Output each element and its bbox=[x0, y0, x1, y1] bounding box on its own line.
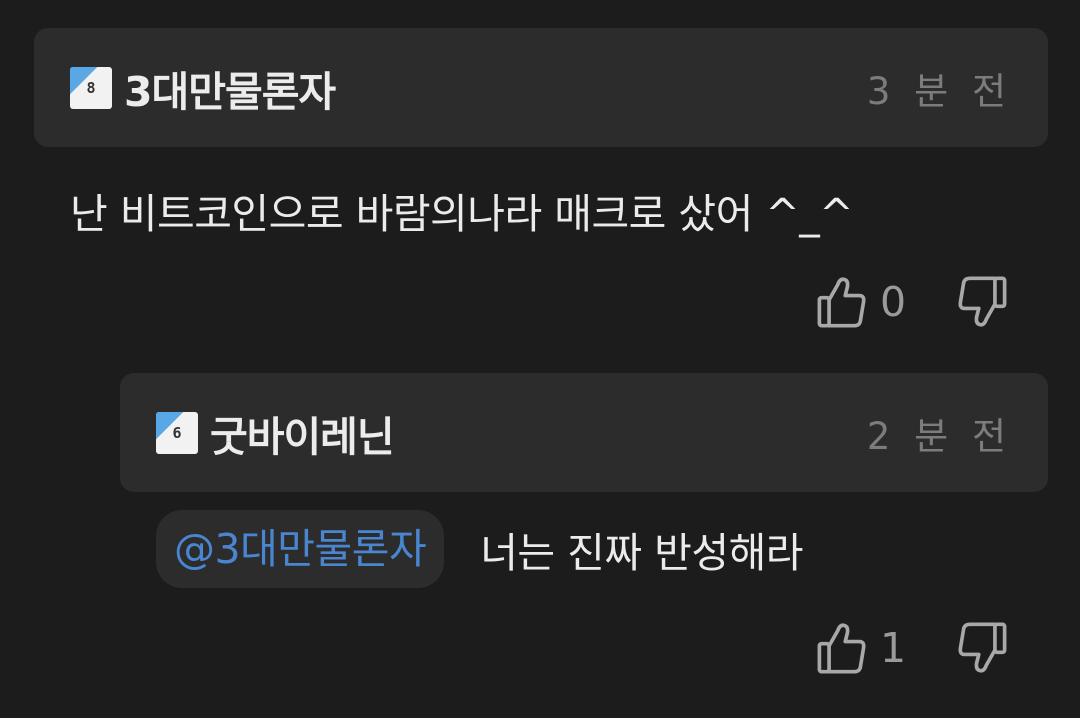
thumbs-up-icon[interactable] bbox=[814, 618, 870, 678]
like-count: 0 bbox=[880, 278, 907, 326]
comment-header: 6 굿바이레닌 2 분 전 bbox=[120, 373, 1048, 492]
comment-text-row: @3대만물론자 너는 진짜 반성해라 bbox=[156, 510, 804, 588]
level-badge-icon: 8 bbox=[70, 66, 112, 109]
comment-text: 너는 진짜 반성해라 bbox=[480, 529, 804, 577]
username[interactable]: 굿바이레닌 bbox=[210, 403, 395, 463]
timestamp: 3 분 전 bbox=[866, 69, 1012, 113]
comment-header: 8 3대만물론자 3 분 전 bbox=[34, 28, 1048, 147]
comment-actions: 1 bbox=[814, 618, 1010, 678]
level-badge-icon: 6 bbox=[156, 411, 198, 454]
thumbs-down-icon[interactable] bbox=[954, 618, 1010, 678]
level-number: 6 bbox=[172, 423, 182, 442]
like-count: 1 bbox=[880, 624, 907, 672]
comment-thread: 8 3대만물론자 3 분 전 난 비트코인으로 바람의나라 매크로 샀어 ^_^… bbox=[0, 0, 1080, 718]
mention-chip[interactable]: @3대만물론자 bbox=[156, 510, 445, 588]
level-number: 8 bbox=[86, 78, 96, 97]
thumbs-down-icon[interactable] bbox=[954, 272, 1010, 332]
username[interactable]: 3대만물론자 bbox=[124, 58, 336, 118]
thumbs-up-icon[interactable] bbox=[814, 272, 870, 332]
comment-text: 난 비트코인으로 바람의나라 매크로 샀어 ^_^ bbox=[70, 190, 854, 238]
timestamp: 2 분 전 bbox=[866, 414, 1012, 458]
comment-actions: 0 bbox=[814, 272, 1010, 332]
